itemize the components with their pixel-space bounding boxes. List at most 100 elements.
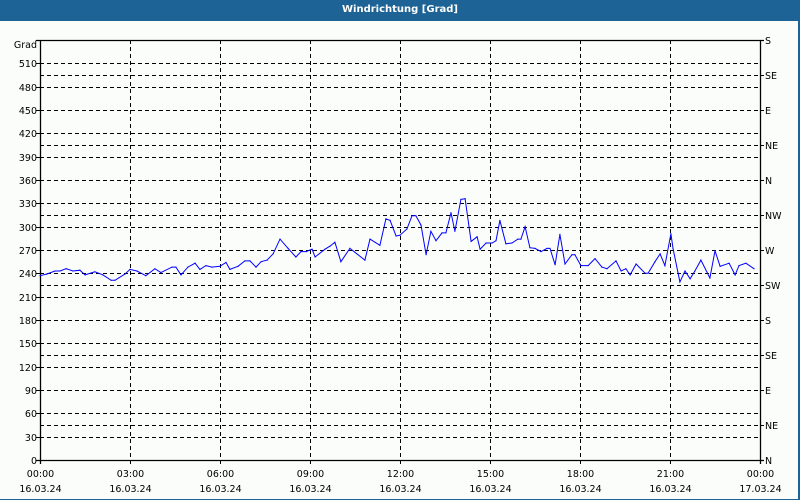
data-point [415,215,417,217]
data-point [719,265,721,267]
compass-label: N [765,456,772,467]
data-point [625,268,627,270]
data-point [425,254,427,256]
data-point [580,265,582,267]
x-tick-date: 17.03.24 [739,484,781,495]
data-point [594,258,596,260]
data-point [689,278,691,280]
data-point [659,253,661,255]
y-tick-label: 420 [19,129,37,140]
x-tick-time: 03:00 [117,469,144,480]
plot-area [39,198,755,284]
data-point [237,265,239,267]
data-point [194,262,196,264]
y-tick-label: 120 [19,363,37,374]
data-point [574,254,576,256]
data-point [549,247,551,249]
data-point [495,240,497,242]
wind-direction-chart: Grad 0 30 60 90 120 150 180 210 240 270 300 330 360 3… [14,36,782,495]
data-point [287,247,289,249]
data-point [72,270,74,272]
data-point [520,238,522,240]
data-point [460,198,462,200]
data-point [728,262,730,264]
data-point [272,253,274,255]
data-point [295,256,297,258]
data-point [753,268,755,270]
y-tick-label: 450 [19,106,37,117]
data-point [129,268,131,270]
data-point [395,235,397,237]
compass-label: SE [765,71,777,82]
data-point [65,268,67,270]
y-axis-label: Grad [14,40,37,51]
data-point [485,242,487,244]
data-point [709,277,711,279]
data-point [324,248,326,250]
data-point [314,256,316,258]
y-tick-label: 360 [19,176,37,187]
data-point [606,268,608,270]
data-point [124,273,126,275]
data-point [420,224,422,226]
x-tick-date: 16.03.24 [289,484,331,495]
data-point [601,266,603,268]
data-point [647,272,649,274]
data-point [672,247,674,249]
data-point [546,247,548,249]
data-point [534,247,536,249]
data-point [540,251,542,253]
data-point [154,268,156,270]
x-tick-time: 15:00 [477,469,504,480]
x-tick-time: 18:00 [567,469,594,480]
data-point [84,274,86,276]
data-point [266,259,268,261]
data-point [219,265,221,267]
data-point [587,265,589,267]
data-point [279,238,281,240]
data-point [305,251,307,253]
data-point [441,232,443,234]
data-point [470,240,472,242]
x-tick-date: 16.03.24 [379,484,421,495]
data-point [564,263,566,265]
data-point [329,245,331,247]
data-point [110,279,112,281]
data-point [225,261,227,263]
data-point [260,261,262,263]
data-point [180,274,182,276]
y-tick-label: 390 [19,153,37,164]
data-point [229,268,231,270]
data-point [517,238,519,240]
y-tick-label: 150 [19,339,37,350]
data-point [524,226,526,228]
compass-label: N [765,176,772,187]
y-tick-label: 300 [19,223,37,234]
data-point [175,266,177,268]
compass-label: E [765,106,771,117]
y-tick-label: 180 [19,316,37,327]
x-tick-time: 09:00 [297,469,324,480]
data-point [644,272,646,274]
data-point [554,264,556,266]
data-point [679,281,681,283]
y-tick-label: 240 [19,269,37,280]
data-point [59,270,61,272]
data-point [114,279,116,281]
data-point [211,266,213,268]
compass-label: SW [765,281,781,292]
data-point [249,260,251,262]
x-tick-date: 16.03.24 [649,484,691,495]
data-point [435,240,437,242]
y-tick-label: 510 [19,59,37,70]
data-point [450,212,452,214]
data-point [102,274,104,276]
compass-label: NW [765,211,782,222]
data-point [300,251,302,253]
grid [40,40,760,460]
data-point [684,270,686,272]
data-point [145,275,147,277]
x-tick-time: 12:00 [387,469,414,480]
data-point [399,234,401,236]
data-point [700,259,702,261]
